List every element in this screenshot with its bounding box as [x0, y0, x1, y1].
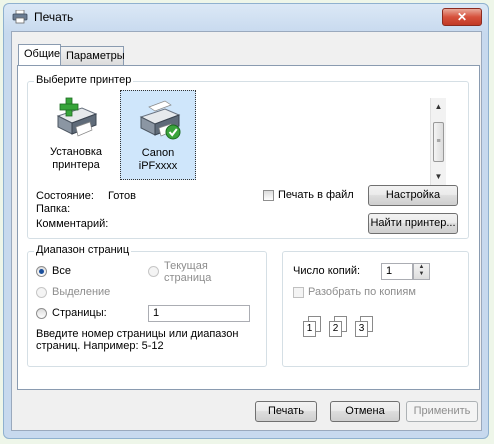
range-all-radio[interactable] — [36, 265, 47, 277]
range-all-option[interactable]: Все — [36, 265, 71, 277]
printer-list[interactable]: Установка принтера Canon iPFxxxx ▲ ≡ ▼ — [36, 90, 450, 186]
print-to-file-option[interactable]: Печать в файл — [263, 189, 354, 201]
range-pages-radio[interactable] — [36, 307, 47, 319]
status-row: Состояние: Готов — [36, 190, 136, 202]
canon-printer-label-line2: iPFxxxx — [138, 160, 178, 172]
range-selection-radio — [36, 286, 47, 298]
collate-label: Разобрать по копиям — [308, 286, 416, 298]
dialog-body: Общие Параметры Выберите принтер Установ… — [11, 31, 482, 431]
spin-up-icon[interactable]: ▲ — [414, 264, 429, 271]
tab-options-label: Параметры — [66, 50, 125, 62]
add-printer-icon — [56, 97, 98, 137]
collate-page: 1 — [303, 321, 316, 337]
range-all-label: Все — [52, 265, 71, 277]
select-printer-group-label: Выберите принтер — [34, 74, 134, 86]
copies-group: Число копий: 1 ▲ ▼ Разобрать по копиям 1… — [282, 251, 469, 367]
tab-general[interactable]: Общие — [18, 44, 61, 65]
printer-icon — [12, 10, 28, 24]
find-printer-button[interactable]: Найти принтер... — [368, 213, 458, 234]
select-printer-group: Выберите принтер Установка принтера Cano… — [27, 74, 469, 239]
general-tab-panel: Выберите принтер Установка принтера Cano… — [17, 65, 480, 390]
range-current-page-radio — [148, 266, 159, 277]
folder-label: Папка: — [36, 203, 71, 215]
range-selection-option: Выделение — [36, 286, 110, 298]
status-value: Готов — [108, 190, 136, 202]
spin-down-icon[interactable]: ▼ — [414, 271, 429, 278]
range-current-page-label-line2: страница — [164, 272, 212, 284]
collate-checkbox — [293, 286, 304, 298]
page-range-group: Диапазон страниц Все Текущая страница Вы… — [27, 244, 267, 367]
printer-item-add-printer[interactable]: Установка принтера — [38, 90, 114, 180]
page-range-hint-line1: Введите номер страницы или диапазон — [36, 328, 239, 340]
close-button[interactable]: ✕ — [442, 8, 482, 26]
print-button[interactable]: Печать — [255, 401, 317, 422]
copies-input[interactable]: 1 — [381, 263, 413, 280]
print-to-file-label: Печать в файл — [278, 189, 354, 201]
window-title: Печать — [34, 10, 74, 24]
status-label: Состояние: — [36, 190, 94, 202]
scroll-thumb[interactable]: ≡ — [433, 122, 444, 162]
add-printer-label-line1: Установка — [50, 146, 102, 158]
range-pages-option[interactable]: Страницы: — [36, 307, 107, 319]
copies-label: Число копий: — [293, 265, 361, 277]
preferences-button[interactable]: Настройка — [368, 185, 458, 206]
printer-list-scrollbar[interactable]: ▲ ≡ ▼ — [430, 98, 446, 186]
range-pages-label: Страницы: — [52, 307, 107, 319]
scroll-down-icon[interactable]: ▼ — [431, 170, 446, 184]
page-range-hint-line2: страниц. Например: 5-12 — [36, 340, 164, 352]
collate-set-3: 3 — [355, 316, 375, 338]
page-range-hint: Введите номер страницы или диапазон стра… — [36, 328, 238, 352]
collate-option: Разобрать по копиям — [293, 286, 416, 298]
comment-row: Комментарий: — [36, 218, 108, 230]
folder-row: Папка: — [36, 203, 108, 215]
printer-default-icon — [139, 100, 181, 140]
collate-page: 2 — [329, 321, 342, 337]
print-to-file-checkbox[interactable] — [263, 189, 274, 201]
printer-item-canon[interactable]: Canon iPFxxxx — [120, 90, 196, 180]
collate-page: 3 — [355, 321, 368, 337]
range-current-page-label-line1: Текущая — [164, 260, 208, 272]
add-printer-label-line2: принтера — [52, 159, 100, 171]
collate-set-2: 2 — [329, 316, 349, 338]
page-range-group-label: Диапазон страниц — [34, 244, 132, 256]
scroll-up-icon[interactable]: ▲ — [431, 100, 446, 114]
pages-input[interactable]: 1 — [148, 305, 250, 322]
print-dialog: Печать ✕ Общие Параметры Выберите принте… — [3, 3, 489, 439]
tab-options[interactable]: Параметры — [60, 46, 125, 65]
tab-general-label: Общие — [24, 48, 61, 60]
title-bar[interactable]: Печать ✕ — [4, 4, 488, 30]
collate-set-1: 1 — [303, 316, 323, 338]
cancel-button[interactable]: Отмена — [330, 401, 400, 422]
canon-printer-label-line1: Canon — [141, 147, 175, 159]
comment-label: Комментарий: — [36, 218, 109, 230]
copies-spinner[interactable]: ▲ ▼ — [413, 263, 430, 280]
range-selection-label: Выделение — [52, 286, 111, 298]
close-icon: ✕ — [456, 10, 468, 24]
apply-button: Применить — [406, 401, 478, 422]
